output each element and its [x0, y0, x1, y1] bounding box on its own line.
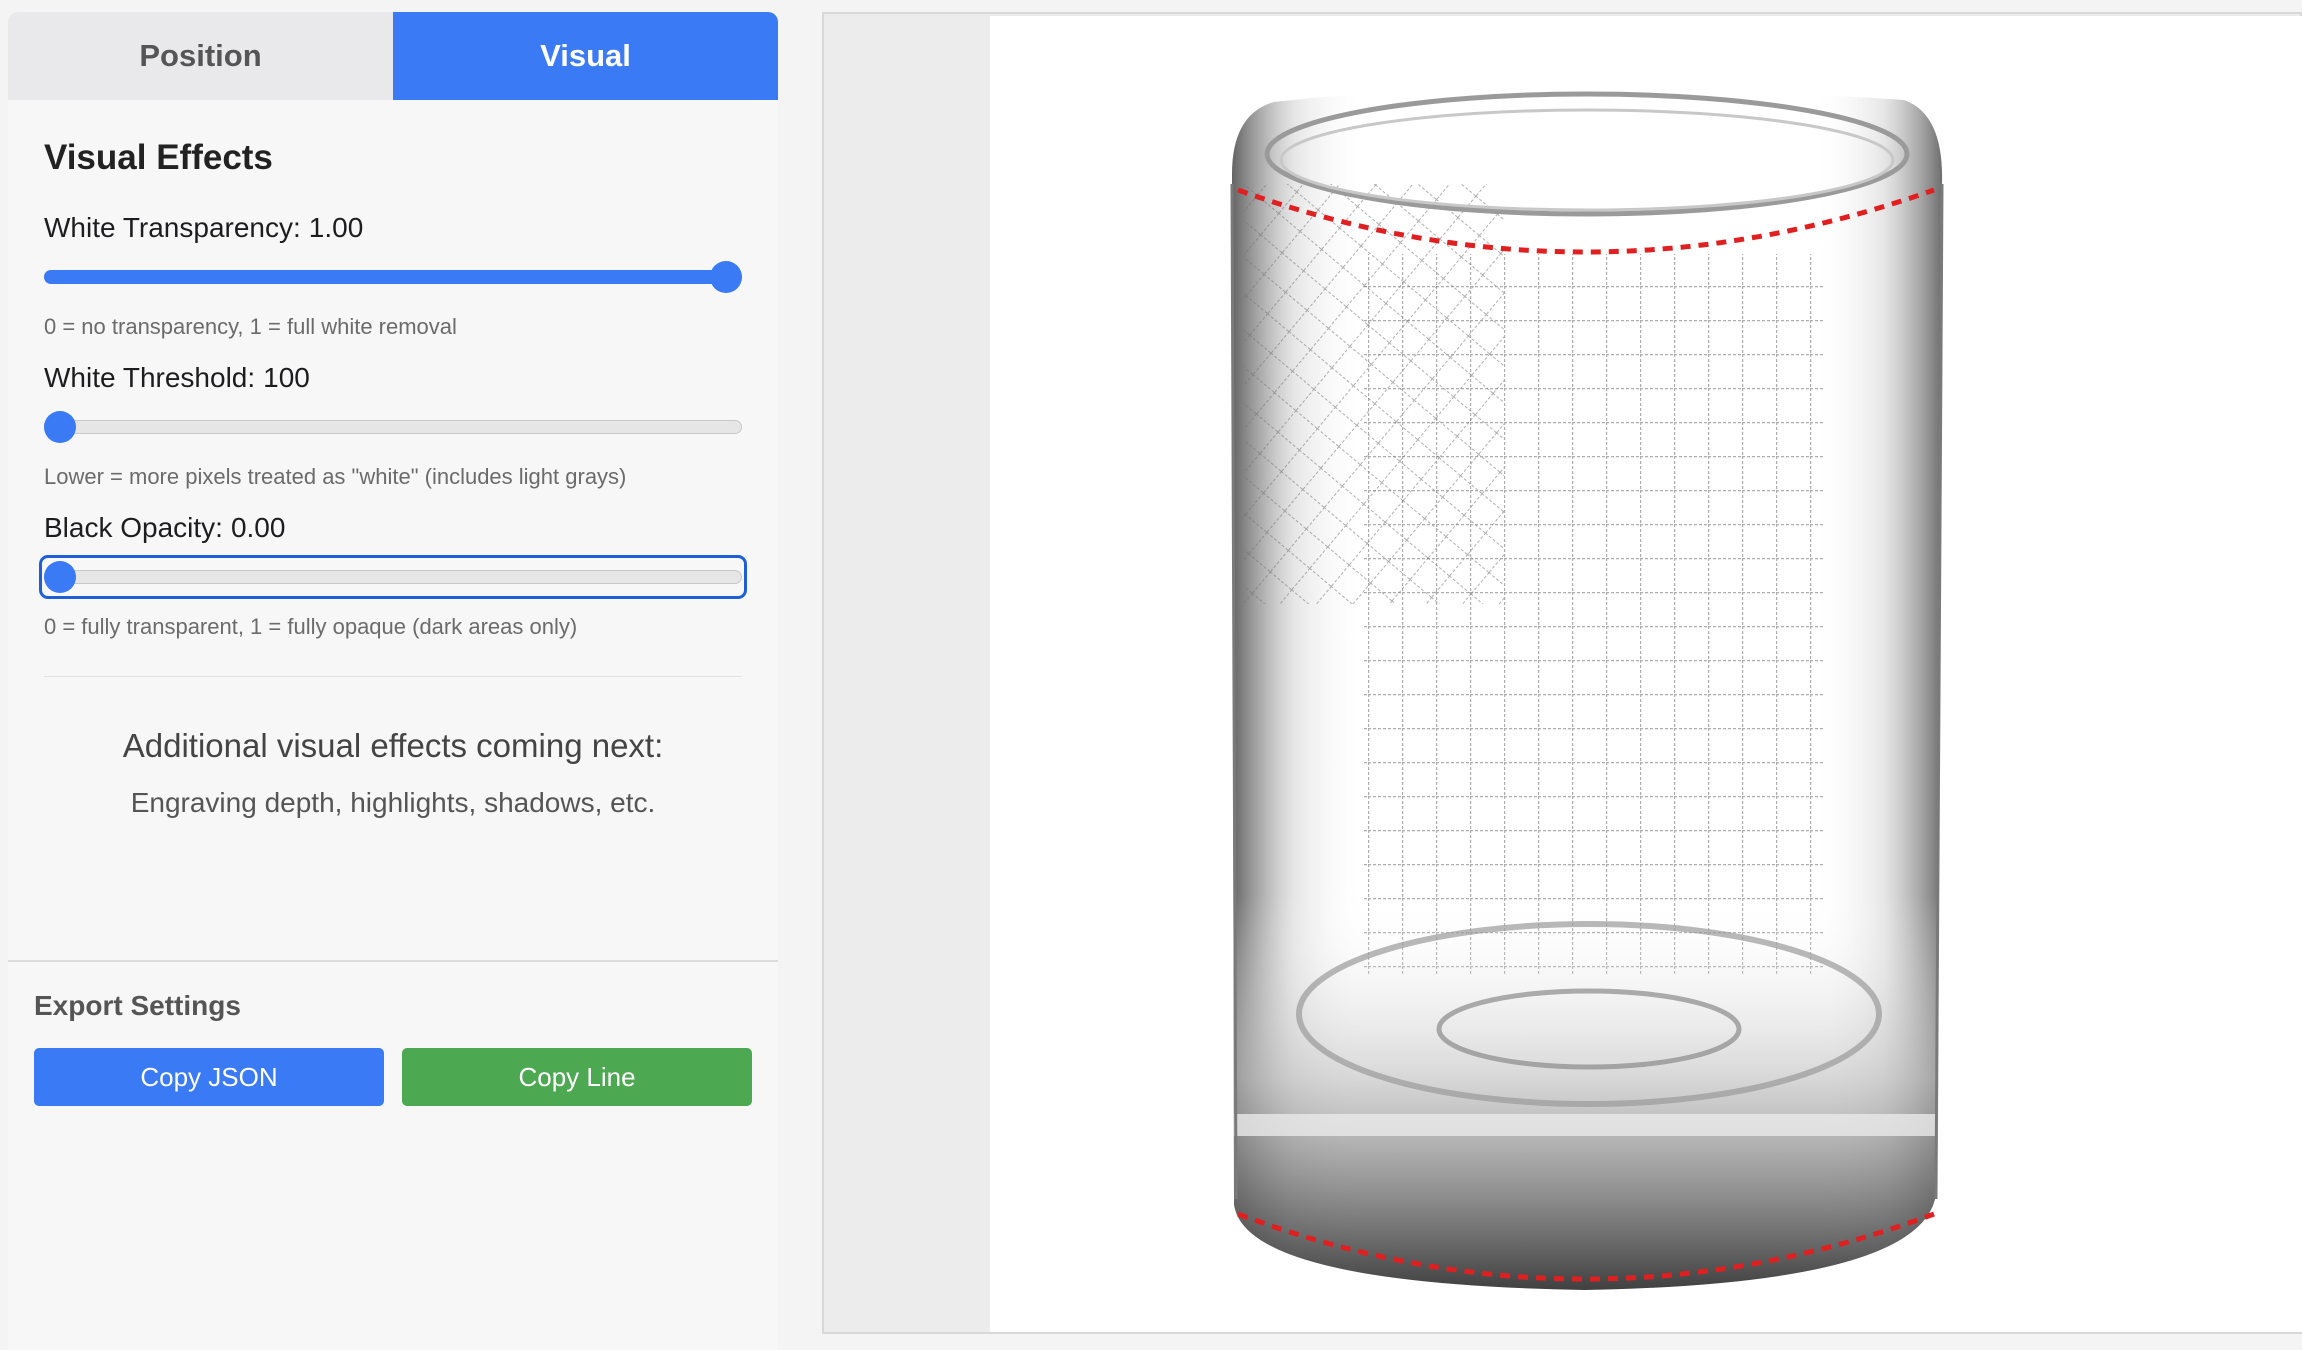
slider-fill	[44, 270, 726, 284]
tab-position[interactable]: Position	[8, 12, 393, 100]
tab-visual[interactable]: Visual	[393, 12, 778, 100]
section-title: Visual Effects	[44, 138, 273, 177]
white-transparency-slider[interactable]	[44, 260, 742, 294]
coming-soon-notice: Additional visual effects coming next: E…	[44, 727, 742, 819]
glass-illustration	[1230, 87, 1944, 1291]
black-opacity-slider[interactable]	[39, 555, 747, 599]
preview-canvas[interactable]	[822, 12, 2302, 1334]
white-threshold-slider[interactable]	[44, 410, 742, 444]
export-settings-title: Export Settings	[34, 990, 241, 1021]
coming-soon-subtitle: Engraving depth, highlights, shadows, et…	[130, 787, 656, 818]
slider-thumb[interactable]	[710, 261, 742, 293]
white-threshold-value: 100	[263, 362, 310, 393]
white-threshold-hint: Lower = more pixels treated as "white" (…	[44, 464, 627, 489]
visual-effects-section: Visual Effects White Transparency: 1.00 …	[8, 138, 778, 819]
black-opacity-value: 0.00	[230, 512, 286, 543]
coming-soon-title: Additional visual effects coming next:	[122, 727, 664, 764]
settings-panel: Position Visual Visual Effects White Tra…	[8, 12, 778, 1350]
slider-track	[44, 420, 742, 434]
white-threshold-label: White Threshold: 100	[44, 362, 310, 393]
white-transparency-control: White Transparency: 1.00 0 = no transpar…	[44, 212, 742, 340]
copy-line-button[interactable]: Copy Line	[402, 1048, 752, 1106]
clipped-header-fragment	[0, 0, 400, 8]
slider-thumb[interactable]	[44, 411, 76, 443]
export-settings-section: Export Settings Copy JSON Copy Line	[8, 960, 778, 1106]
white-transparency-hint: 0 = no transparency, 1 = full white remo…	[44, 314, 457, 339]
slider-thumb[interactable]	[44, 561, 76, 593]
slider-track	[44, 570, 742, 584]
export-buttons: Copy JSON Copy Line	[34, 1048, 752, 1106]
white-transparency-value: 1.00	[308, 212, 364, 243]
copy-json-button[interactable]: Copy JSON	[34, 1048, 384, 1106]
black-opacity-hint: 0 = fully transparent, 1 = fully opaque …	[44, 614, 578, 639]
white-threshold-control: White Threshold: 100 Lower = more pixels…	[44, 362, 742, 490]
black-opacity-label: Black Opacity: 0.00	[44, 512, 286, 543]
black-opacity-control: Black Opacity: 0.00 0 = fully transparen…	[39, 512, 747, 640]
section-divider	[44, 676, 742, 677]
white-transparency-label: White Transparency: 1.00	[44, 212, 364, 243]
tab-bar: Position Visual	[8, 12, 778, 100]
